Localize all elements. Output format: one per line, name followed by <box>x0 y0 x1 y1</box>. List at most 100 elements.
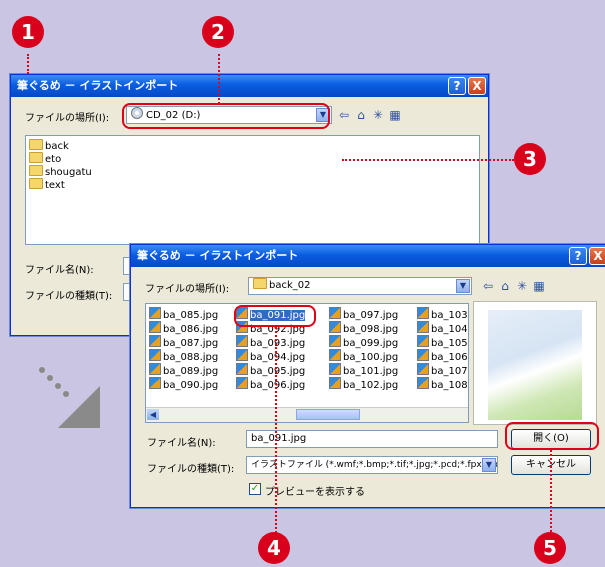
step-badge-5: 5 <box>534 532 566 564</box>
step-badge-3: 3 <box>514 143 546 175</box>
file-item[interactable]: ba_107 <box>417 363 468 378</box>
view-menu-icon[interactable]: ▦ <box>532 279 546 293</box>
preview-checkbox[interactable]: ✓ <box>249 483 261 495</box>
close-button[interactable]: X <box>468 77 486 95</box>
file-item[interactable]: ba_106 <box>417 349 468 364</box>
jpeg-file-icon <box>417 377 429 389</box>
file-item[interactable]: ba_088.jpg <box>149 349 218 364</box>
lookin-combo[interactable]: back_02 ▼ <box>248 277 472 295</box>
jpeg-file-icon <box>149 349 161 361</box>
titlebar: 筆ぐるめ － イラストインポート <box>11 75 488 97</box>
jpeg-file-icon <box>149 321 161 333</box>
folder-icon <box>29 152 43 163</box>
file-item[interactable]: ba_085.jpg <box>149 307 218 322</box>
lookin-value: back_02 <box>269 280 311 291</box>
new-folder-icon[interactable]: ✳ <box>515 279 529 293</box>
file-item[interactable]: ba_097.jpg <box>329 307 398 322</box>
view-menu-icon[interactable]: ▦ <box>388 108 402 122</box>
jpeg-file-icon <box>329 377 341 389</box>
file-item[interactable]: ba_095.jpg <box>236 363 305 378</box>
file-item[interactable]: ba_103 <box>417 307 468 322</box>
file-item[interactable]: ba_104 <box>417 321 468 336</box>
arrow-dot <box>47 375 53 381</box>
jpeg-file-icon <box>329 363 341 375</box>
file-name: ba_093.jpg <box>250 338 306 349</box>
help-button[interactable]: ? <box>569 247 587 265</box>
filename-label: ファイル名(N): <box>147 438 216 449</box>
file-item[interactable]: ba_087.jpg <box>149 335 218 350</box>
jpeg-file-icon <box>329 335 341 347</box>
file-name: ba_106 <box>431 352 468 363</box>
jpeg-file-icon <box>149 307 161 319</box>
leader-line-5 <box>550 450 552 532</box>
filename-field[interactable]: ba_091.jpg <box>246 430 498 448</box>
help-button[interactable]: ? <box>448 77 466 95</box>
file-item[interactable]: ba_096.jpg <box>236 377 305 392</box>
arrow-dot <box>63 391 69 397</box>
folder-item[interactable]: back <box>29 139 69 153</box>
chevron-down-icon[interactable]: ▼ <box>482 458 496 472</box>
file-item[interactable]: ba_100.jpg <box>329 349 398 364</box>
arrow-dot <box>39 367 45 373</box>
file-item[interactable]: ba_102.jpg <box>329 377 398 392</box>
file-name: ba_103 <box>431 310 468 321</box>
file-name: ba_095.jpg <box>250 366 306 377</box>
folder-item[interactable]: shougatu <box>29 165 92 179</box>
file-name: ba_090.jpg <box>163 380 219 391</box>
import-dialog-front: 筆ぐるめ － イラストインポート ? X ファイルの場所(I): back_02… <box>130 244 605 508</box>
leader-line-3 <box>342 159 514 161</box>
folder-item[interactable]: eto <box>29 152 61 166</box>
up-folder-icon[interactable]: ⌂ <box>354 108 368 122</box>
folder-list[interactable]: back eto shougatu text <box>25 135 480 245</box>
file-name: ba_089.jpg <box>163 366 219 377</box>
file-item[interactable]: ba_086.jpg <box>149 321 218 336</box>
leader-line-2 <box>218 54 220 104</box>
folder-item[interactable]: text <box>29 178 65 192</box>
filetype-value: イラストファイル (*.wmf;*.bmp;*.tif;*.jpg;*.pcd;… <box>251 460 498 470</box>
window-title: 筆ぐるめ － イラストインポート <box>17 79 179 92</box>
horizontal-scrollbar[interactable]: ◀ <box>146 407 468 422</box>
new-folder-icon[interactable]: ✳ <box>371 108 385 122</box>
diagonal-arrow-icon <box>39 367 100 428</box>
step-badge-4: 4 <box>258 532 290 564</box>
scroll-left-icon[interactable]: ◀ <box>147 409 159 420</box>
chevron-down-icon[interactable]: ▼ <box>456 279 470 293</box>
file-name: ba_098.jpg <box>343 324 399 335</box>
close-button[interactable]: X <box>589 247 605 265</box>
file-name: ba_108 <box>431 380 468 391</box>
back-arrow-icon[interactable]: ⇦ <box>337 108 351 122</box>
filetype-combo[interactable]: イラストファイル (*.wmf;*.bmp;*.tif;*.jpg;*.pcd;… <box>246 456 498 474</box>
file-item[interactable]: ba_105 <box>417 335 468 350</box>
file-name: ba_087.jpg <box>163 338 219 349</box>
jpeg-file-icon <box>417 363 429 375</box>
back-arrow-icon[interactable]: ⇦ <box>481 279 495 293</box>
file-name: ba_102.jpg <box>343 380 399 391</box>
filetype-label: ファイルの種類(T): <box>147 464 235 475</box>
jpeg-file-icon <box>149 363 161 375</box>
file-item[interactable]: ba_101.jpg <box>329 363 398 378</box>
highlight-open-button <box>505 422 599 450</box>
file-name: ba_104 <box>431 324 468 335</box>
scroll-thumb[interactable] <box>296 409 360 420</box>
file-item[interactable]: ba_090.jpg <box>149 377 218 392</box>
file-item[interactable]: ba_108 <box>417 377 468 392</box>
jpeg-file-icon <box>149 377 161 389</box>
jpeg-file-icon <box>417 321 429 333</box>
preview-pane <box>473 301 597 425</box>
jpeg-file-icon <box>236 363 248 375</box>
file-item[interactable]: ba_093.jpg <box>236 335 305 350</box>
filetype-label: ファイルの種類(T): <box>25 291 113 302</box>
file-name: ba_100.jpg <box>343 352 399 363</box>
leader-line-1 <box>27 54 29 74</box>
file-item[interactable]: ba_089.jpg <box>149 363 218 378</box>
jpeg-file-icon <box>149 335 161 347</box>
jpeg-file-icon <box>417 307 429 319</box>
jpeg-file-icon <box>417 349 429 361</box>
up-folder-icon[interactable]: ⌂ <box>498 279 512 293</box>
file-item[interactable]: ba_094.jpg <box>236 349 305 364</box>
file-item[interactable]: ba_099.jpg <box>329 335 398 350</box>
leader-line-4 <box>275 327 277 533</box>
arrow-dot <box>55 383 61 389</box>
file-item[interactable]: ba_098.jpg <box>329 321 398 336</box>
file-name: ba_105 <box>431 338 468 349</box>
